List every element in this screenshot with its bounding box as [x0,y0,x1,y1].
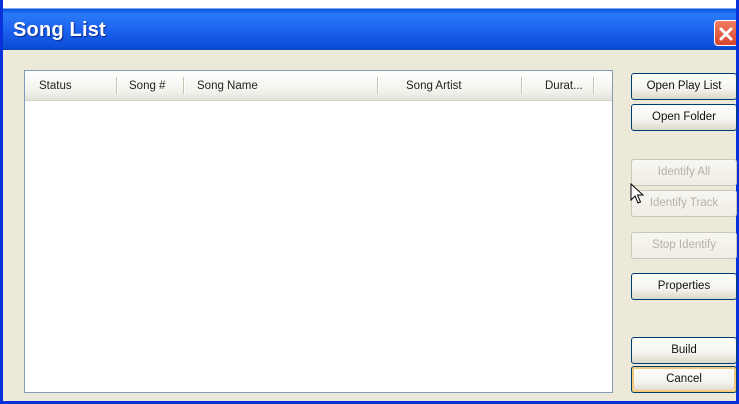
window-title: Song List [13,19,106,41]
mouse-pointer-icon [630,183,644,204]
column-divider[interactable] [521,77,523,94]
list-body[interactable] [25,101,612,392]
close-button[interactable] [714,20,736,46]
song-list-dialog: Song List Status Song # Song Name Song A… [0,0,739,404]
column-divider[interactable] [593,77,595,94]
song-list-view[interactable]: Status Song # Song Name Song Artist Dura… [24,70,613,393]
column-header-song-artist[interactable]: Song Artist [400,71,540,100]
open-folder-button[interactable]: Open Folder [631,104,737,131]
column-header-status[interactable]: Status [33,71,119,100]
close-icon [719,27,733,41]
open-play-list-button[interactable]: Open Play List [631,73,737,100]
column-header-duration[interactable]: Durat... [539,71,605,100]
cancel-button[interactable]: Cancel [631,366,737,393]
column-divider[interactable] [183,77,185,94]
identify-track-button[interactable]: Identify Track [631,190,737,217]
column-divider[interactable] [377,77,379,94]
build-button[interactable]: Build [631,337,737,364]
list-header: Status Song # Song Name Song Artist Dura… [25,71,612,101]
column-header-song-name[interactable]: Song Name [191,71,375,100]
identify-all-button[interactable]: Identify All [631,159,737,186]
column-header-song-number[interactable]: Song # [123,71,189,100]
properties-button[interactable]: Properties [631,273,737,300]
stop-identify-button[interactable]: Stop Identify [631,232,737,259]
column-divider[interactable] [116,77,118,94]
title-bar[interactable]: Song List [3,0,736,50]
